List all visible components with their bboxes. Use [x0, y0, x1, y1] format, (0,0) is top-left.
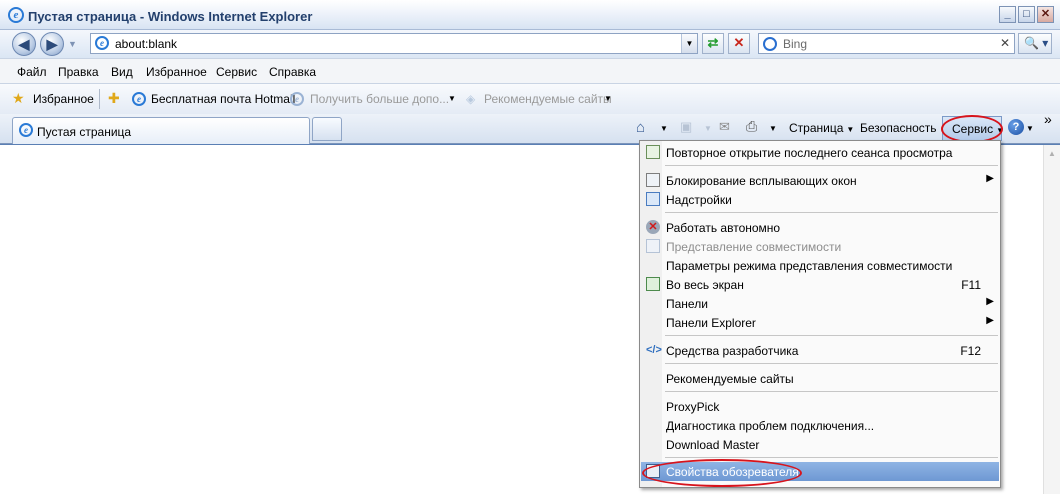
menu-file[interactable]: Файл — [17, 65, 47, 79]
window-controls: _ □ ✕ — [999, 6, 1054, 23]
vertical-scrollbar[interactable]: ▲ — [1043, 145, 1060, 494]
menu-edit[interactable]: Правка — [58, 65, 99, 79]
clear-search-icon[interactable]: ✕ — [1000, 36, 1010, 50]
search-button[interactable]: 🔍 ▾ — [1018, 33, 1052, 54]
address-row: ◀ ▶ ▼ e about:blank ▼ ⇄ ✕ Bing ✕ 🔍 ▾ — [0, 30, 1060, 58]
home-icon[interactable]: ⌂ — [636, 119, 645, 136]
menu-item-developer-tools[interactable]: </> Средства разработчика F12 — [641, 341, 999, 360]
annotation-oval-tools — [941, 115, 1003, 143]
menu-separator — [665, 212, 998, 213]
menu-item-diagnose-connection[interactable]: Диагностика проблем подключения... — [641, 416, 999, 435]
internet-explorer-logo-icon: e — [8, 7, 24, 23]
address-field[interactable]: e about:blank ▼ — [90, 33, 698, 54]
menu-item-compatibility-view[interactable]: Представление совместимости — [641, 237, 999, 256]
menu-item-full-screen[interactable]: Во весь экран F11 — [641, 275, 999, 294]
suggested-sites-icon: ◈ — [466, 92, 476, 106]
refresh-button[interactable]: ⇄ — [702, 33, 724, 54]
bing-icon — [763, 37, 777, 51]
tab-blank-page[interactable]: e Пустая страница — [12, 117, 310, 144]
developer-tools-icon: </> — [646, 344, 662, 356]
menu-item-work-offline[interactable]: ✕ Работать автономно — [641, 218, 999, 237]
suggested-sites-dropdown-icon[interactable]: ▼ — [604, 94, 612, 103]
menu-separator — [665, 165, 998, 166]
annotation-oval-internet-options — [642, 459, 802, 487]
scroll-up-icon[interactable]: ▲ — [1048, 149, 1056, 158]
menu-separator — [665, 335, 998, 336]
favorites-star-icon: ★ — [12, 90, 25, 106]
menu-favorites[interactable]: Избранное — [146, 65, 207, 79]
menu-item-reopen-last-session[interactable]: Повторное открытие последнего сеанса про… — [641, 143, 999, 162]
help-icon[interactable]: ? — [1008, 119, 1024, 135]
menu-item-toolbars[interactable]: Панели ▶ — [641, 294, 999, 313]
menu-item-suggested-sites[interactable]: Рекомендуемые сайты — [641, 369, 999, 388]
menu-help[interactable]: Справка — [269, 65, 316, 79]
page-menu-button[interactable]: Страница ▼ — [789, 121, 854, 135]
title-bar: e Пустая страница - Windows Internet Exp… — [0, 0, 1060, 30]
submenu-arrow-icon: ▶ — [986, 296, 994, 307]
hotmail-page-icon: e — [132, 92, 146, 106]
add-to-favorites-icon[interactable]: ✚ — [108, 90, 120, 107]
print-icon[interactable]: ⎙ — [746, 118, 757, 135]
window-title: Пустая страница - Windows Internet Explo… — [28, 9, 313, 24]
reopen-session-icon — [646, 145, 660, 159]
menu-separator — [665, 363, 998, 364]
feeds-icon[interactable]: ▣ — [680, 119, 692, 135]
favorite-link-get-more[interactable]: Получить больше допо... — [310, 92, 449, 106]
menu-item-add-ons[interactable]: Надстройки — [641, 190, 999, 209]
menu-item-download-master[interactable]: Download Master — [641, 435, 999, 454]
full-screen-icon — [646, 277, 660, 291]
menu-item-explorer-bars[interactable]: Панели Explorer ▶ — [641, 313, 999, 332]
minimize-button[interactable]: _ — [999, 6, 1016, 23]
home-dropdown-icon[interactable]: ▼ — [660, 124, 668, 133]
new-tab-button[interactable] — [312, 117, 342, 141]
menu-tools[interactable]: Сервис — [216, 65, 257, 79]
menu-separator — [665, 391, 998, 392]
favorite-link-suggested-sites[interactable]: Рекомендуемые сайты — [484, 92, 612, 106]
menu-item-compatibility-settings[interactable]: Параметры режима представления совместим… — [641, 256, 999, 275]
menu-item-popup-blocker[interactable]: Блокирование всплывающих окон ▶ — [641, 171, 999, 190]
tab-label[interactable]: Пустая страница — [37, 125, 131, 139]
popup-blocker-icon — [646, 173, 660, 187]
toolbar-overflow-chevron[interactable]: » — [1044, 111, 1052, 127]
shortcut-f12: F12 — [960, 344, 981, 358]
safety-menu-label: Безопасность — [860, 121, 937, 135]
favorites-bar: ★ Избранное ✚ e Бесплатная почта Hotmail… — [0, 84, 1060, 114]
print-dropdown-icon[interactable]: ▼ — [769, 124, 777, 133]
get-more-dropdown-icon[interactable]: ▼ — [448, 94, 456, 103]
help-dropdown-icon[interactable]: ▼ — [1026, 124, 1034, 133]
tools-dropdown-menu: Повторное открытие последнего сеанса про… — [639, 140, 1001, 488]
search-input[interactable]: Bing ✕ — [758, 33, 1015, 54]
menu-bar: Файл Правка Вид Избранное Сервис Справка — [0, 58, 1060, 84]
submenu-arrow-icon: ▶ — [986, 173, 994, 184]
favorites-separator — [99, 89, 100, 109]
submenu-arrow-icon: ▶ — [986, 315, 994, 326]
page-menu-label: Страница — [789, 121, 844, 135]
offline-icon: ✕ — [646, 220, 660, 234]
page-menu-dropdown-icon: ▼ — [846, 125, 855, 134]
safety-menu-button[interactable]: Безопасность▼ — [860, 121, 947, 135]
back-button[interactable]: ◀ — [12, 32, 36, 56]
tab-page-icon: e — [19, 123, 33, 137]
favorite-link-hotmail[interactable]: Бесплатная почта Hotmail — [151, 92, 295, 106]
page-icon: e — [95, 36, 109, 50]
maximize-button[interactable]: □ — [1018, 6, 1035, 23]
address-value[interactable]: about:blank — [115, 37, 177, 51]
history-dropdown-icon[interactable]: ▼ — [68, 39, 77, 49]
menu-view[interactable]: Вид — [111, 65, 133, 79]
compatibility-view-icon — [646, 239, 660, 253]
stop-button[interactable]: ✕ — [728, 33, 750, 54]
forward-button[interactable]: ▶ — [40, 32, 64, 56]
get-more-addons-icon: e — [290, 92, 304, 106]
read-mail-icon[interactable]: ✉ — [719, 119, 730, 135]
shortcut-f11: F11 — [961, 278, 981, 292]
feeds-dropdown-icon[interactable]: ▼ — [704, 124, 712, 133]
search-placeholder[interactable]: Bing — [783, 37, 807, 51]
menu-separator — [665, 457, 998, 458]
close-button[interactable]: ✕ — [1037, 6, 1054, 23]
address-dropdown-button[interactable]: ▼ — [681, 34, 697, 53]
add-ons-icon — [646, 192, 660, 206]
menu-item-proxypick[interactable]: ProxyPick — [641, 397, 999, 416]
favorites-button[interactable]: Избранное — [33, 92, 94, 106]
